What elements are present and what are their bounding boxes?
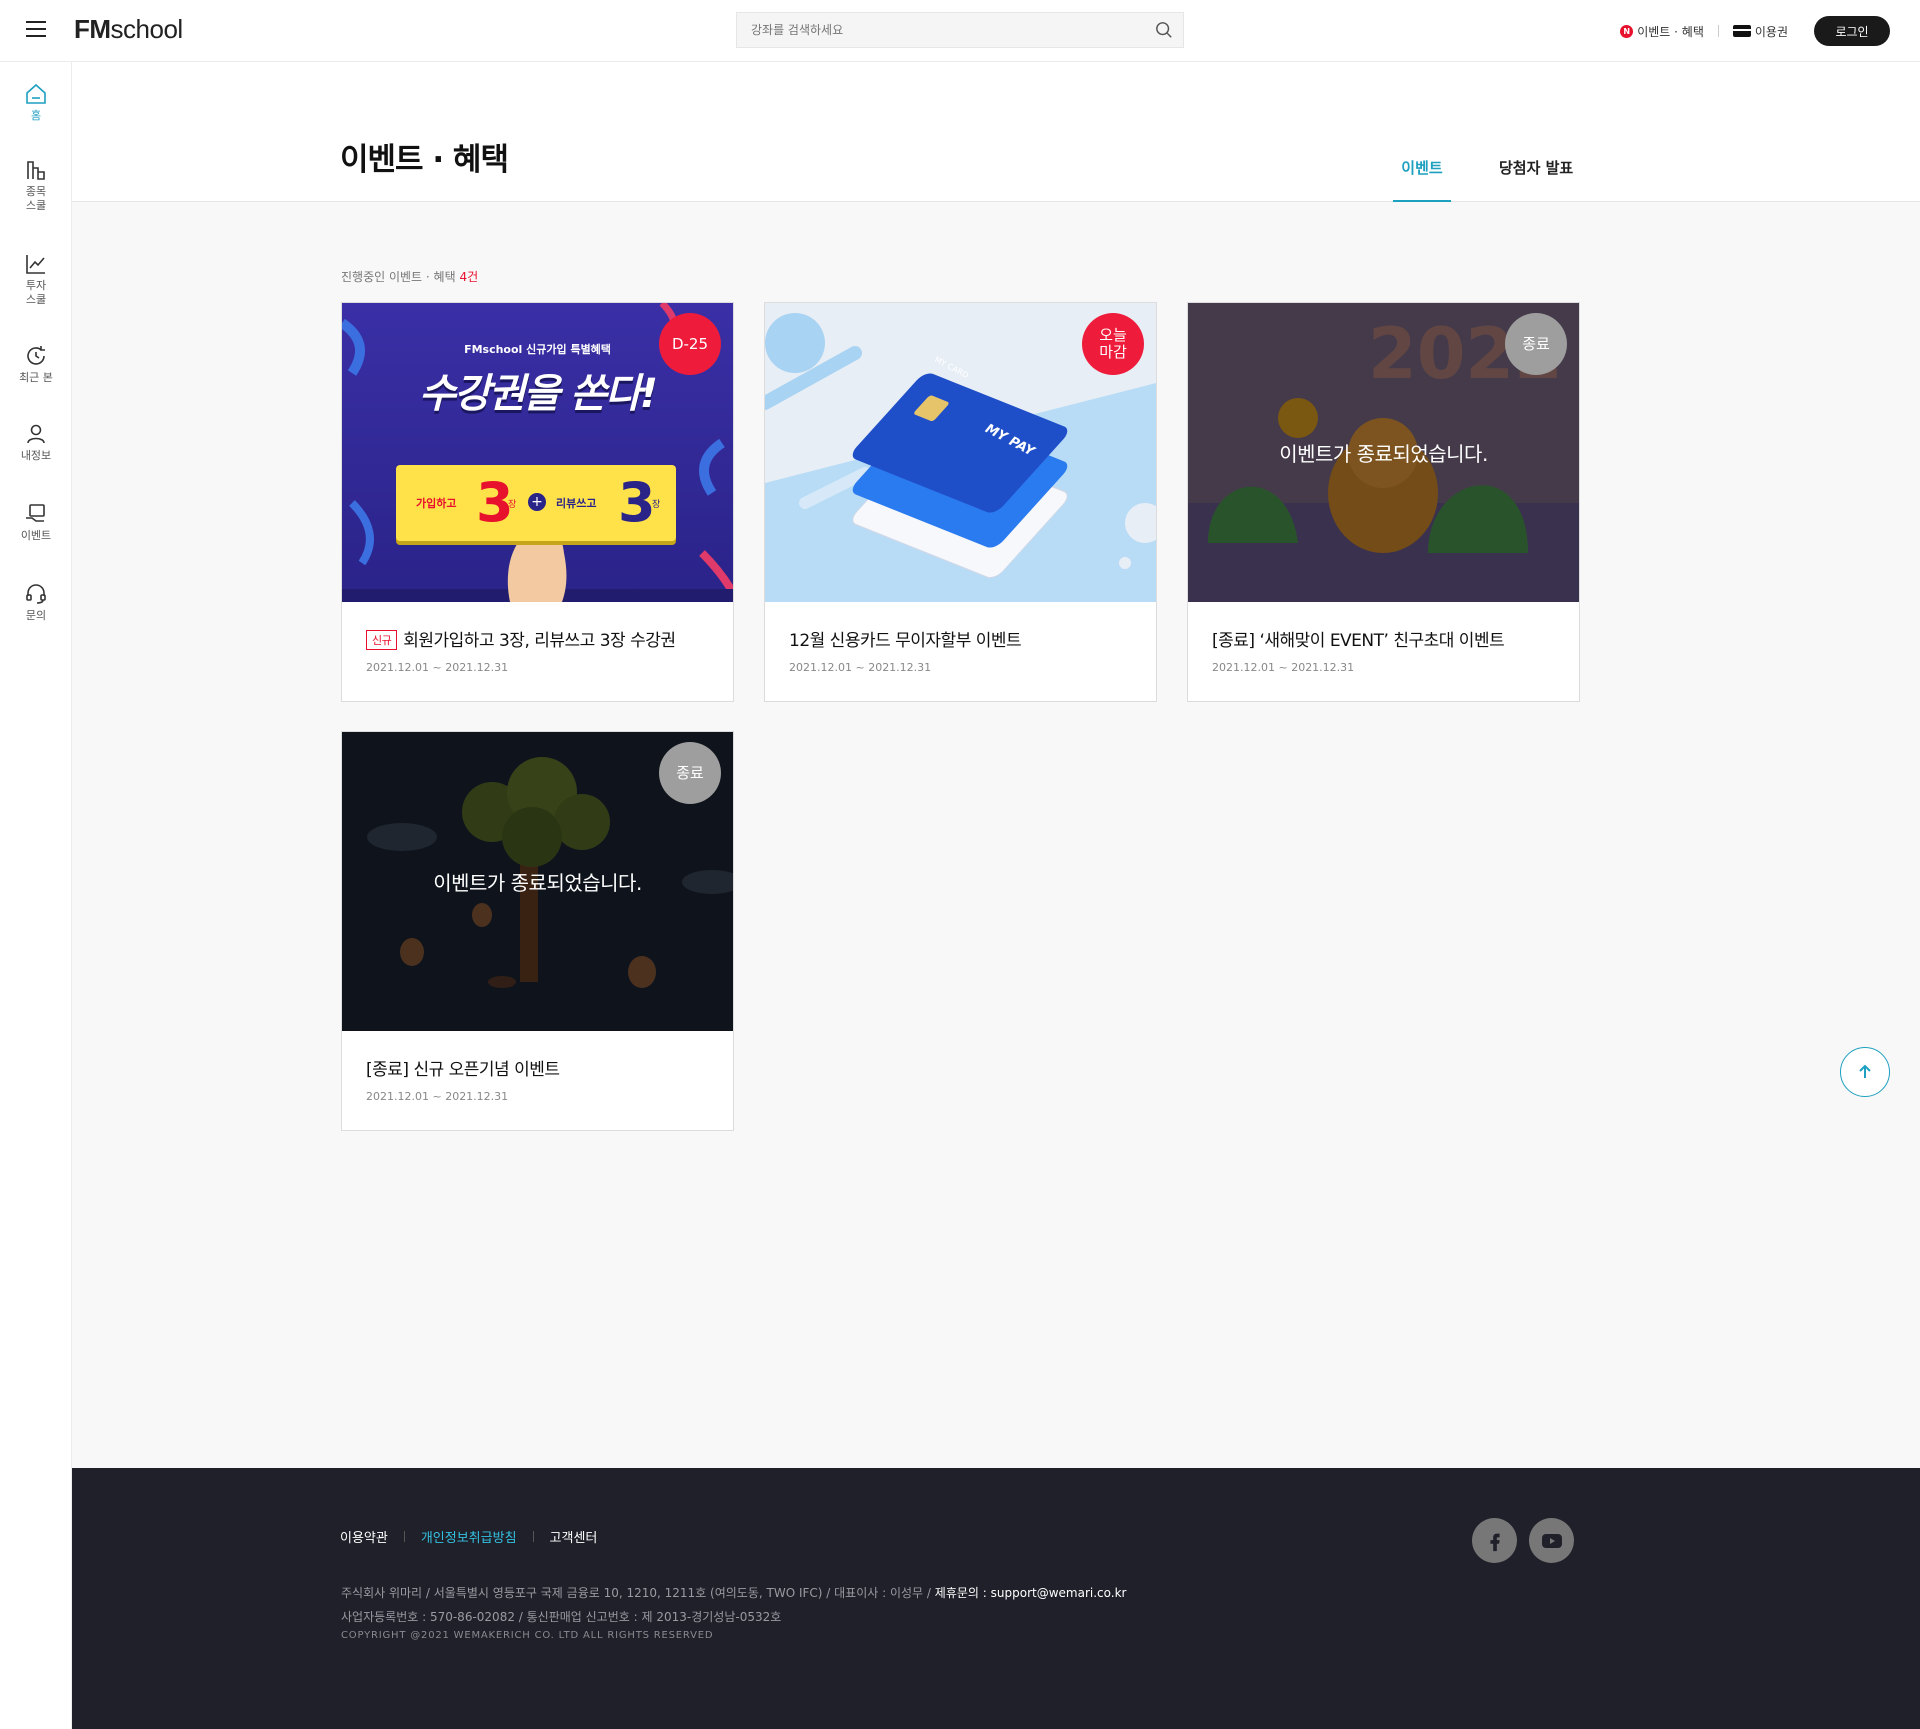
invest-school-icon	[26, 255, 45, 274]
event-title: [종료] 신규 오픈기념 이벤트	[366, 1060, 560, 1080]
scroll-to-top-button[interactable]	[1840, 1047, 1890, 1097]
terms-link[interactable]: 이용약관	[340, 1527, 388, 1546]
search-icon[interactable]	[1155, 21, 1173, 39]
page-title: 이벤트 · 혜택	[340, 142, 509, 178]
sidebar-item-recent[interactable]: 최근 본	[0, 344, 72, 385]
divider	[532, 1531, 534, 1542]
card-icon	[1732, 25, 1751, 37]
ended-badge: 종료	[659, 742, 721, 804]
tab-winners[interactable]: 당첨자 발표	[1499, 157, 1573, 201]
sidebar-item-stock-school[interactable]: 종목 스쿨	[0, 158, 72, 213]
event-title: 신규 회원가입하고 3장, 리뷰쓰고 3장 수강권	[366, 626, 676, 651]
pass-link[interactable]: 이용권	[1732, 23, 1788, 40]
event-thumbnail: 2022 이벤트가 종료되었습니다. 종료	[1188, 303, 1579, 602]
event-card[interactable]: 2022 이벤트가 종료되었습니다. 종료 [종료] ‘새해맞이 EVENT’ …	[1187, 302, 1580, 702]
event-thumbnail: FMschool 신규가입 특별혜택 수강권을 쏜다! 가입하고 3 장 + 리…	[342, 303, 733, 602]
arrow-up-icon	[1859, 1064, 1871, 1078]
top-header: FMschool N 이벤트 · 혜택 이용권 로그인	[0, 0, 1920, 62]
divider	[1717, 25, 1719, 37]
search-box	[736, 12, 1184, 48]
sidebar-item-invest-school[interactable]: 투자 스쿨	[0, 252, 72, 307]
page-header: 이벤트 · 혜택 이벤트 당첨자 발표	[72, 62, 1920, 202]
event-date: 2021.12.01 ~ 2021.12.31	[1212, 661, 1355, 674]
event-date: 2021.12.01 ~ 2021.12.31	[366, 1090, 509, 1103]
youtube-icon[interactable]	[1529, 1518, 1574, 1563]
ended-badge: 종료	[1505, 313, 1567, 375]
new-badge: N	[1620, 24, 1634, 38]
tab-event[interactable]: 이벤트	[1393, 157, 1451, 202]
coupon-ticket: 가입하고 3 장 + 리뷰쓰고 3 장	[396, 465, 676, 541]
footer-links: 이용약관 개인정보취급방침 고객센터	[340, 1527, 597, 1546]
left-sidebar: 홈 종목 스쿨 투자 스쿨 최근 본 내정보 이벤트 문의	[0, 62, 72, 1729]
sidebar-item-inquiry[interactable]: 문의	[0, 582, 72, 623]
divider	[403, 1531, 405, 1542]
main-content: 진행중인 이벤트 · 혜택 4건 FMschool 신규가입 특별혜택 수강권을…	[72, 202, 1920, 1468]
support-link[interactable]: 고객센터	[550, 1527, 598, 1546]
tab-bar: 이벤트 당첨자 발표	[1393, 157, 1573, 202]
facebook-icon[interactable]	[1472, 1518, 1517, 1563]
logo[interactable]: FMschool	[74, 14, 183, 45]
sidebar-item-event[interactable]: 이벤트	[0, 502, 72, 543]
headset-icon	[26, 584, 46, 604]
closing-today-badge: 오늘 마감	[1082, 313, 1144, 375]
login-button[interactable]: 로그인	[1814, 16, 1890, 46]
header-right: N 이벤트 · 혜택 이용권 로그인	[1620, 16, 1890, 46]
footer: 이용약관 개인정보취급방침 고객센터 주식회사 위마리 / 서울특별시 영등포구…	[72, 1468, 1920, 1729]
event-icon	[26, 504, 45, 522]
event-date: 2021.12.01 ~ 2021.12.31	[366, 661, 509, 674]
new-tag: 신규	[366, 630, 398, 650]
profile-icon	[27, 424, 45, 444]
menu-icon[interactable]	[26, 21, 46, 39]
event-thumbnail: MY CARD MY PAY 오늘 마감	[765, 303, 1156, 602]
social-links	[1472, 1518, 1574, 1563]
copyright: COPYRIGHT @2021 WEMAKERICH CO. LTD ALL R…	[341, 1630, 714, 1641]
stock-school-icon	[27, 161, 45, 180]
event-thumbnail: 이벤트가 종료되었습니다. 종료	[342, 732, 733, 1031]
event-card[interactable]: FMschool 신규가입 특별혜택 수강권을 쏜다! 가입하고 3 장 + 리…	[341, 302, 734, 702]
d-day-badge: D-25	[659, 313, 721, 375]
event-count: 진행중인 이벤트 · 혜택 4건	[341, 270, 479, 284]
sidebar-item-home[interactable]: 홈	[0, 82, 72, 123]
sidebar-item-profile[interactable]: 내정보	[0, 422, 72, 463]
event-date: 2021.12.01 ~ 2021.12.31	[789, 661, 932, 674]
company-info: 주식회사 위마리 / 서울특별시 영등포구 국제 금융로 10, 1210, 1…	[341, 1586, 1127, 1624]
partnership-contact: 제휴문의 : support@wemari.co.kr	[934, 1586, 1127, 1600]
event-title: 12월 신용카드 무이자할부 이벤트	[789, 631, 1022, 651]
recent-icon	[27, 346, 45, 365]
home-icon	[26, 83, 46, 104]
event-card[interactable]: MY CARD MY PAY 오늘 마감 12월 신용카드 무이자할부 이벤트 …	[764, 302, 1157, 702]
event-benefit-link[interactable]: N 이벤트 · 혜택	[1620, 23, 1704, 40]
search-input[interactable]	[737, 13, 1137, 47]
privacy-link[interactable]: 개인정보취급방침	[421, 1527, 517, 1546]
event-title: [종료] ‘새해맞이 EVENT’ 친구초대 이벤트	[1212, 631, 1505, 651]
event-card[interactable]: 이벤트가 종료되었습니다. 종료 [종료] 신규 오픈기념 이벤트 2021.1…	[341, 731, 734, 1131]
